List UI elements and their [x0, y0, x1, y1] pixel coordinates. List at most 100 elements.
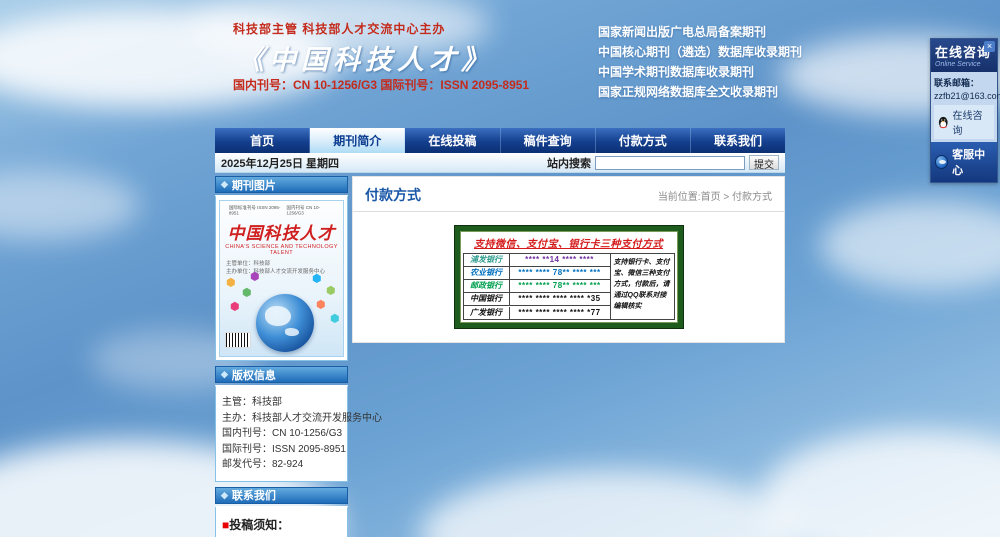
bank-card-number: **** **** **** **** *35 [518, 294, 601, 303]
payment-methods-image: 支持微信、支付宝、银行卡三种支付方式 浦发银行 **** **14 **** *… [453, 225, 684, 329]
qq-logo-icon [935, 155, 949, 169]
journal-badge: 国家新闻出版广电总局备案期刊 [598, 25, 767, 39]
site-header: 科技部主管 科技部人才交流中心主办 《中国科技人才》 国内刊号：CN 10-12… [215, 0, 802, 128]
section-title: 联系我们 [231, 490, 276, 502]
current-date: 2025年12月25日 星期四 [221, 157, 339, 170]
search-label: 站内搜索 [547, 157, 591, 170]
nav-tab[interactable]: 稿件查询 [501, 128, 596, 153]
nav-tab-label: 首页 [250, 134, 275, 148]
bank-card-number: **** **14 **** **** [525, 255, 594, 264]
table-row: 广发银行 **** **** **** **** *77 [464, 306, 610, 319]
copyright-lines: 主管：科技部 主办：科技部人才交流开发服务中心 国内刊号：CN 10-1256/… [222, 395, 382, 473]
section-title: 版权信息 [231, 369, 276, 382]
bank-card-number: **** **** **** **** *77 [518, 307, 601, 317]
service-widget-subtitle: Online Service [935, 61, 981, 68]
hexagon-icon: ⬢ [242, 287, 252, 299]
hexagon-icon: ⬢ [326, 285, 336, 297]
hexagon-icon: ⬢ [316, 299, 326, 311]
sidebar-section-copyright: ◆ 版权信息 [215, 366, 348, 383]
page-title: 付款方式 [365, 187, 421, 203]
main-navigation: 首页 期刊简介 在线投稿 稿件查询 付款方式 联系我们 [215, 128, 785, 153]
search-submit-button[interactable]: 提交 [749, 155, 779, 171]
site-container: 科技部主管 科技部人才交流中心主办 《中国科技人才》 国内刊号：CN 10-12… [215, 0, 802, 537]
breadcrumb[interactable]: 当前位置:首页 > 付款方式 [658, 188, 772, 203]
customer-service-label: 客服中心 [952, 149, 986, 177]
barcode [225, 332, 251, 348]
copyright-line: 邮发代号：82-924 [222, 459, 304, 470]
nav-tab[interactable]: 联系我们 [691, 128, 785, 153]
main-area: ◆ 期刊图片 国际标准刊号 ISSN 2095-8951 国内刊号 CN 10-… [215, 176, 785, 537]
cloud-decoration [820, 200, 1000, 290]
service-widget-header: 在线咨询 Online Service × [931, 39, 997, 72]
bank-name: 中国银行 [464, 293, 510, 305]
contact-email-label: 联系邮箱： [934, 78, 980, 88]
table-row: 农业银行 **** **** 78** **** *** [463, 267, 610, 280]
qq-chat-link-label: 在线咨询 [952, 111, 983, 137]
close-icon[interactable]: × [984, 41, 995, 52]
payment-title: 支持微信、支付宝、银行卡三种支付方式 [474, 239, 663, 250]
notice-title: ■投稿须知： [222, 517, 290, 532]
bank-rows: 浦发银行 **** **14 **** **** 农业银行 **** **** … [463, 254, 610, 319]
nav-tab-label: 付款方式 [618, 134, 667, 148]
hexagon-icon: ⬢ [330, 313, 340, 325]
bank-name: 邮政银行 [464, 280, 510, 292]
diamond-icon: ◆ [221, 369, 228, 379]
bank-accounts-table: 浦发银行 **** **14 **** **** 农业银行 **** **** … [462, 253, 675, 320]
nav-tab[interactable]: 在线投稿 [405, 128, 501, 153]
cover-cn: 国内刊号 CN 10-1256/G3 [286, 205, 321, 217]
cover-title: 中国科技人才 [227, 224, 336, 244]
section-title: 期刊图片 [231, 179, 276, 192]
journal-badge: 国家正规网络数据库全文收录期刊 [598, 85, 779, 99]
journal-badge: 中国学术期刊数据库收录期刊 [598, 65, 755, 79]
copyright-line: 国内刊号：CN 10-1256/G3 [222, 428, 343, 439]
nav-tab[interactable]: 期刊简介 [310, 128, 406, 153]
copyright-line: 主管：科技部 [222, 397, 282, 408]
globe-graphic [256, 294, 314, 352]
search-input[interactable] [595, 155, 745, 170]
hexagon-icon: ⬢ [250, 271, 260, 283]
submission-notice-box: ■投稿须知： 1.网站点击“在线投稿”，逐项填写上传word格式文档； [215, 505, 348, 537]
hexagon-icon: ⬢ [230, 301, 240, 313]
journal-cover-box: 国际标准刊号 ISSN 2095-8951 国内刊号 CN 10-1256/G3… [215, 195, 348, 361]
customer-service-center[interactable]: 客服中心 [931, 142, 997, 182]
bank-name: 浦发银行 [464, 254, 510, 266]
cover-org-line: 主管单位：科技部 [226, 261, 271, 267]
cover-issn: 国际标准刊号 ISSN 2095-8951 [228, 205, 281, 217]
copyright-line: 国际刊号：ISSN 2095-8951 [222, 443, 346, 455]
sidebar: ◆ 期刊图片 国际标准刊号 ISSN 2095-8951 国内刊号 CN 10-… [215, 176, 382, 537]
nav-tab-label: 联系我们 [713, 134, 762, 148]
sidebar-section-contact: ◆ 联系我们 [215, 486, 348, 504]
online-service-widget: 在线咨询 Online Service × 联系邮箱： zzfb21@163.c… [930, 38, 1000, 183]
contact-email: zzfb21@163.com [934, 91, 1000, 101]
cover-top-line: 国际标准刊号 ISSN 2095-8951 国内刊号 CN 10-1256/G3 [226, 202, 337, 216]
page: 在线咨询 Online Service × 联系邮箱： zzfb21@163.c… [0, 0, 1000, 537]
date-search-bar: 2025年12月25日 星期四 站内搜索 提交 [215, 153, 785, 173]
sidebar-section-journal-image: ◆ 期刊图片 [215, 176, 348, 193]
diamond-icon: ◆ [221, 489, 228, 500]
bank-card-number: **** **** 78** **** *** [518, 281, 601, 290]
nav-tab-label: 稿件查询 [523, 134, 572, 148]
table-row: 浦发银行 **** **14 **** **** [463, 254, 610, 267]
payment-note: 支持银行卡、支付宝、微信三种支付方式，付款后，请通过QQ联系对接编辑核实 [609, 254, 674, 319]
qq-chat-link[interactable]: 在线咨询 [934, 105, 994, 139]
service-widget-body: 联系邮箱： zzfb21@163.com 在线咨询 [931, 72, 1000, 142]
nav-tab[interactable]: 首页 [215, 128, 311, 153]
journal-badge: 中国核心期刊（遴选）数据库收录期刊 [598, 45, 803, 59]
nav-tab-label: 期刊简介 [333, 134, 382, 148]
nav-tab[interactable]: 付款方式 [596, 128, 691, 153]
bank-name: 农业银行 [464, 267, 510, 279]
content-panel: 付款方式 当前位置:首页 > 付款方式 支持微信、支付宝、银行卡三种支付方式 浦… [352, 176, 785, 343]
hexagon-icon: ⬢ [226, 277, 236, 289]
copyright-info-box: 主管：科技部 主办：科技部人才交流开发服务中心 国内刊号：CN 10-1256/… [215, 385, 382, 482]
bank-name: 广发银行 [464, 306, 510, 319]
cover-artwork: ⬢ ⬢ ⬢ ⬢ ⬢ ⬢ ⬢ ⬢ [220, 270, 343, 356]
cover-subtitle: CHINA'S SCIENCE AND TECHNOLOGY TALENT [225, 244, 338, 256]
table-row: 邮政银行 **** **** 78** **** *** [463, 280, 610, 293]
diamond-icon: ◆ [221, 179, 228, 189]
journal-cover-image: 国际标准刊号 ISSN 2095-8951 国内刊号 CN 10-1256/G3… [219, 200, 344, 357]
hexagon-icon: ⬢ [312, 273, 322, 285]
site-title: 《中国科技人才》 [237, 45, 493, 76]
issn-line: 国内刊号：CN 10-1256/G3 国际刊号：ISSN 2095-8951 [233, 78, 530, 92]
content-header: 付款方式 当前位置:首页 > 付款方式 [353, 177, 784, 212]
table-row: 中国银行 **** **** **** **** *35 [463, 293, 610, 306]
